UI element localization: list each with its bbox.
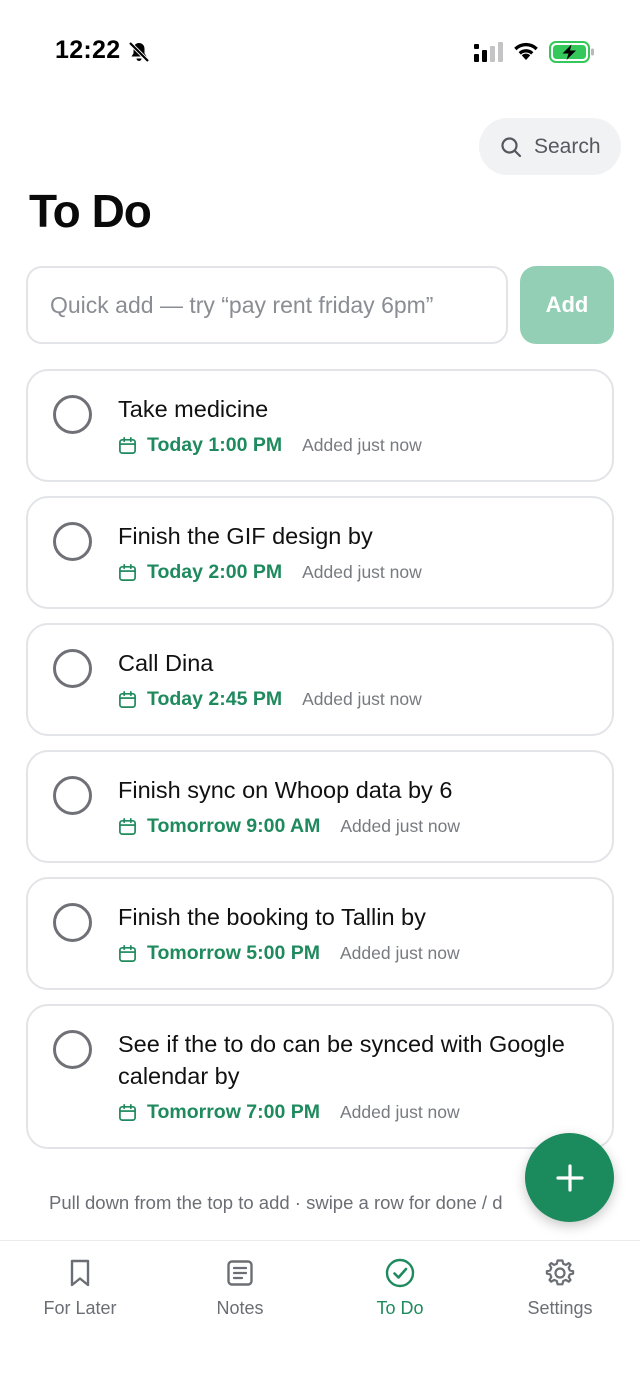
task-due-date: Tomorrow 5:00 PM xyxy=(147,941,320,964)
plus-icon xyxy=(555,1163,584,1192)
task-meta: Today 1:00 PM Added just now xyxy=(118,432,592,458)
tab-label: Notes xyxy=(216,1298,264,1318)
search-icon xyxy=(501,136,522,157)
task-checkbox[interactable] xyxy=(53,903,92,942)
calendar-icon xyxy=(119,1103,136,1121)
add-button[interactable]: Add xyxy=(520,266,614,344)
task-due-date: Today 1:00 PM xyxy=(147,433,283,456)
cellular-signal-icon xyxy=(474,42,503,62)
task-checkbox[interactable] xyxy=(53,1030,92,1069)
task-added-label: Added just now xyxy=(340,815,461,836)
notes-icon xyxy=(227,1260,253,1286)
bottom-tab-bar: For Later Notes To Do Settings xyxy=(0,1240,640,1391)
gear-icon xyxy=(545,1259,575,1286)
status-bar: 12:22 xyxy=(0,0,640,100)
task-added-label: Added just now xyxy=(302,561,422,582)
wifi-icon xyxy=(514,42,538,60)
tab-for-later[interactable]: For Later xyxy=(0,1241,160,1391)
tab-label: For Later xyxy=(43,1298,117,1318)
task-due-date: Tomorrow 9:00 AM xyxy=(147,814,321,837)
task-meta: Today 2:45 PM Added just now xyxy=(118,686,592,712)
task-checkbox[interactable] xyxy=(53,776,92,815)
task-added-label: Added just now xyxy=(302,434,422,455)
status-time: 12:22 xyxy=(55,36,121,64)
tab-label: To Do xyxy=(376,1298,424,1318)
task-title: Finish the booking to Tallin by xyxy=(118,904,426,930)
calendar-icon xyxy=(119,690,136,708)
task-due-date: Today 2:00 PM xyxy=(147,560,283,583)
search-label: Search xyxy=(534,134,601,158)
calendar-icon xyxy=(119,563,136,581)
task-list: Take medicine Today 1:00 PM Added just now… xyxy=(26,369,614,1163)
task-checkbox[interactable] xyxy=(53,522,92,561)
tab-settings[interactable]: Settings xyxy=(480,1241,640,1391)
quick-add-input[interactable] xyxy=(26,266,508,344)
task-title: Take medicine xyxy=(118,396,269,422)
task-added-label: Added just now xyxy=(340,1101,460,1122)
search-button[interactable]: Search xyxy=(479,118,621,175)
task-meta: Tomorrow 9:00 AM Added just now xyxy=(118,813,592,839)
tab-to-do[interactable]: To Do xyxy=(320,1241,480,1391)
task-added-label: Added just now xyxy=(302,688,422,709)
task-due-date: Today 2:45 PM xyxy=(147,687,283,710)
check-circle-icon xyxy=(385,1258,415,1288)
calendar-icon xyxy=(119,817,136,835)
task-title: See if the to do can be synced with Goog… xyxy=(118,1031,565,1089)
task-card[interactable]: Call Dina Today 2:45 PM Added just now xyxy=(26,623,614,736)
task-meta: Today 2:00 PM Added just now xyxy=(118,559,592,585)
task-card[interactable]: Finish the GIF design by Today 2:00 PM Add… xyxy=(26,496,614,609)
task-card[interactable]: Take medicine Today 1:00 PM Added just now xyxy=(26,369,614,482)
add-task-fab[interactable] xyxy=(525,1133,614,1222)
task-due-date: Tomorrow 7:00 PM xyxy=(147,1100,320,1123)
tab-label: Settings xyxy=(527,1298,593,1318)
battery-charging-icon xyxy=(549,41,594,63)
task-added-label: Added just now xyxy=(340,942,460,963)
page-title: To Do xyxy=(29,185,152,237)
task-title: Finish sync on Whoop data by 6 xyxy=(118,777,453,803)
task-checkbox[interactable] xyxy=(53,649,92,688)
task-title: Call Dina xyxy=(118,650,214,676)
task-meta: Tomorrow 5:00 PM Added just now xyxy=(118,940,592,966)
task-title: Finish the GIF design by xyxy=(118,523,373,549)
bell-slash-icon xyxy=(128,41,150,63)
gesture-hint: Pull down from the top to add · swipe a … xyxy=(49,1192,503,1213)
task-card[interactable]: Finish sync on Whoop data by 6 Tomorrow 9… xyxy=(26,750,614,863)
calendar-icon xyxy=(119,436,136,454)
task-checkbox[interactable] xyxy=(53,395,92,434)
task-card[interactable]: Finish the booking to Tallin by Tomorrow … xyxy=(26,877,614,990)
bookmark-icon xyxy=(70,1259,90,1287)
calendar-icon xyxy=(119,944,136,962)
task-meta: Tomorrow 7:00 PM Added just now xyxy=(118,1099,592,1125)
tab-notes[interactable]: Notes xyxy=(160,1241,320,1391)
task-card[interactable]: See if the to do can be synced with Goog… xyxy=(26,1004,614,1149)
